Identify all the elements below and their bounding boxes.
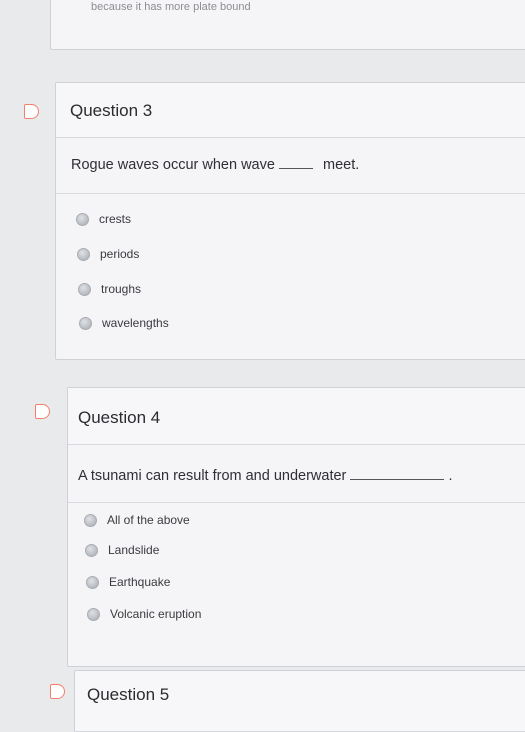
option-label: Volcanic eruption xyxy=(110,607,202,621)
question-3-option-troughs[interactable]: troughs xyxy=(78,279,141,299)
question-4-option-all-of-the-above[interactable]: All of the above xyxy=(84,510,190,530)
option-label: troughs xyxy=(101,282,142,296)
question-4-card: Question 4 A tsunami can result from and… xyxy=(67,387,525,667)
question-4-option-landslide[interactable]: Landslide xyxy=(85,540,159,560)
question-4-blank xyxy=(350,479,445,480)
option-label: wavelengths xyxy=(102,316,169,330)
question-4-title: Question 4 xyxy=(78,408,161,427)
question-4-divider xyxy=(68,502,525,503)
radio-button[interactable] xyxy=(86,575,99,589)
radio-button[interactable] xyxy=(77,247,90,261)
radio-button[interactable] xyxy=(85,543,98,557)
question-3-option-periods[interactable]: periods xyxy=(77,244,139,264)
question-3-prompt: Rogue waves occur when wave meet. xyxy=(71,157,359,173)
option-label: periods xyxy=(100,247,140,261)
flag-question-5-icon[interactable] xyxy=(50,684,65,699)
question-5-header: Question 5 xyxy=(75,671,525,732)
question-4-option-volcanic-eruption[interactable]: Volcanic eruption xyxy=(87,604,201,624)
previous-answer-text: because it has more plate bound xyxy=(91,1,251,13)
question-3-card: Question 3 Rogue waves occur when wave m… xyxy=(55,82,525,360)
flag-question-4-icon[interactable] xyxy=(35,404,50,419)
question-3-prompt-end: meet. xyxy=(322,157,360,173)
question-3-divider xyxy=(56,193,525,194)
option-label: Landslide xyxy=(108,543,160,557)
previous-question-card: because it has more plate bound xyxy=(50,0,525,50)
radio-button[interactable] xyxy=(79,316,92,330)
option-label: crests xyxy=(99,212,132,226)
question-5-card: Question 5 xyxy=(74,670,525,732)
flag-question-3-icon[interactable] xyxy=(24,104,39,119)
radio-button[interactable] xyxy=(78,282,91,296)
question-4-prompt-text: A tsunami can result from and underwater xyxy=(78,468,347,484)
question-3-option-crests[interactable]: crests xyxy=(76,209,131,229)
radio-button[interactable] xyxy=(84,513,97,527)
option-label: Earthquake xyxy=(109,575,171,589)
question-4-prompt: A tsunami can result from and underwater… xyxy=(78,468,452,484)
question-3-option-wavelengths[interactable]: wavelengths xyxy=(79,313,169,333)
question-3-blank xyxy=(278,168,313,169)
question-5-title: Question 5 xyxy=(87,685,170,704)
radio-button[interactable] xyxy=(87,607,100,621)
radio-button[interactable] xyxy=(76,212,89,226)
question-4-header: Question 4 xyxy=(68,388,525,445)
question-4-prompt-end: . xyxy=(448,468,453,484)
question-4-option-earthquake[interactable]: Earthquake xyxy=(86,572,170,592)
option-label: All of the above xyxy=(107,513,190,527)
question-3-title: Question 3 xyxy=(70,101,153,120)
question-3-header: Question 3 xyxy=(56,83,525,138)
question-3-prompt-text: Rogue waves occur when wave xyxy=(71,157,275,173)
